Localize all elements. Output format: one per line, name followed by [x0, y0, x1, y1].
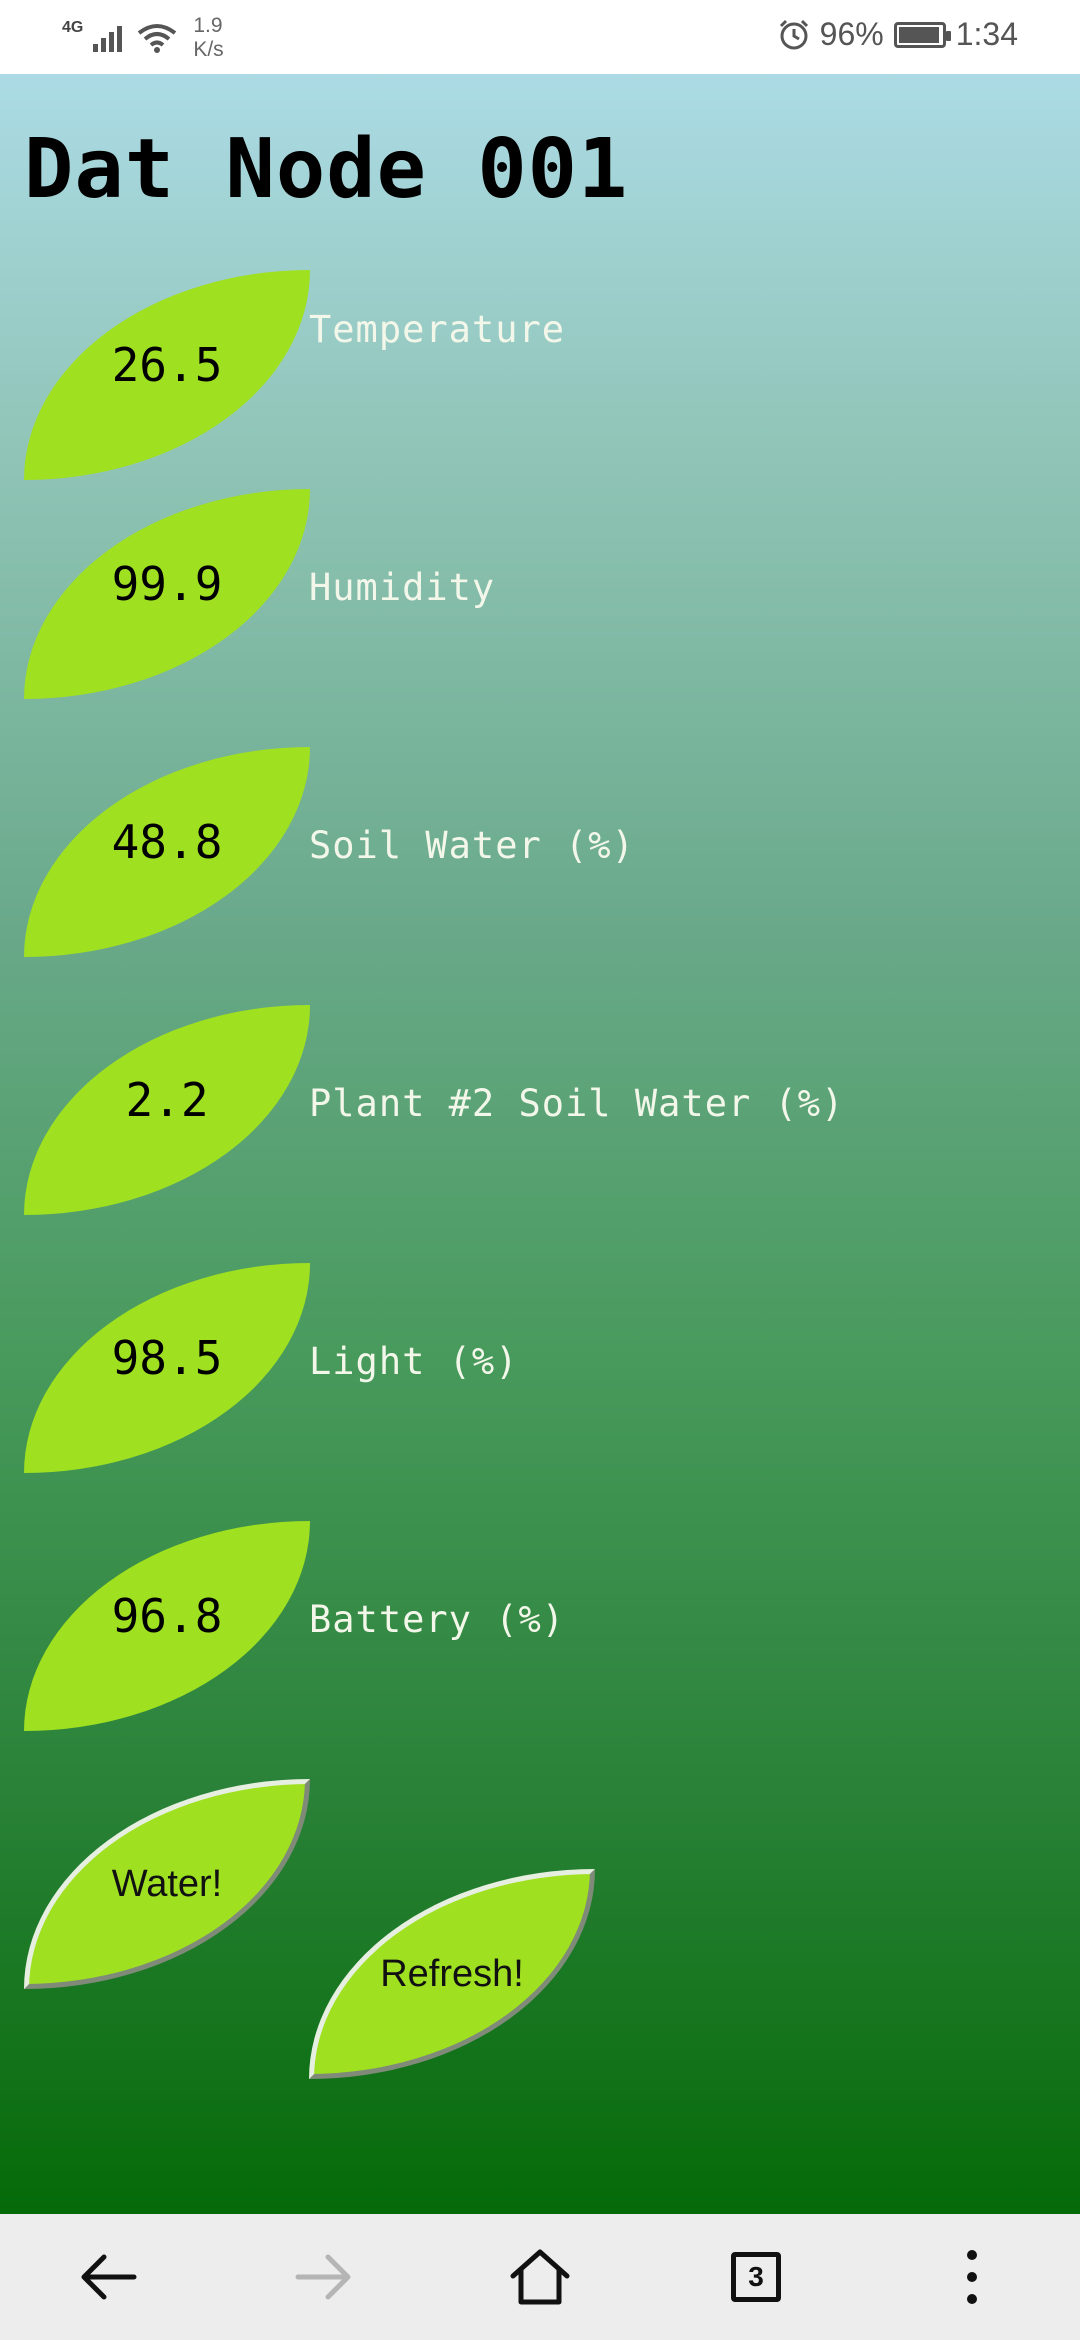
- reading-value-text: 99.9: [111, 557, 223, 611]
- reading-value-text: 96.8: [111, 1589, 223, 1643]
- status-right: 96% 1:34: [778, 16, 1018, 53]
- reading-value-humidity: 99.9: [24, 489, 310, 699]
- reading-label-soil-water: Soil Water (%): [309, 824, 635, 867]
- signal-icon: [93, 26, 123, 52]
- home-icon: [510, 2249, 570, 2305]
- alarm-icon: [779, 19, 808, 49]
- tabs-button[interactable]: 3: [711, 2232, 801, 2322]
- network-speed: 1.9 K/s: [193, 14, 224, 61]
- reading-value-text: 26.5: [111, 338, 223, 392]
- main-content: Dat Node 001 26.5 Temperature 99.9 Humid…: [0, 74, 1080, 2214]
- clock: 1:34: [955, 16, 1018, 52]
- forward-arrow-icon: [295, 2254, 351, 2300]
- reading-value-plant2-soil-water: 2.2: [24, 1005, 310, 1215]
- battery-percent: 96%: [819, 16, 884, 52]
- reading-label-battery: Battery (%): [309, 1598, 566, 1641]
- reading-label-plant2-soil-water: Plant #2 Soil Water (%): [309, 1082, 845, 1125]
- browser-navbar: 3: [0, 2214, 1080, 2340]
- reading-label-humidity: Humidity: [309, 566, 496, 609]
- reading-value-text: 98.5: [111, 1331, 223, 1385]
- battery-icon: [893, 21, 951, 48]
- reading-value-text: 48.8: [111, 815, 223, 869]
- back-button[interactable]: [63, 2232, 153, 2322]
- refresh-button[interactable]: Refresh!: [309, 1869, 595, 2079]
- home-button[interactable]: [495, 2232, 585, 2322]
- back-arrow-icon: [81, 2254, 137, 2300]
- wifi-icon: [138, 24, 177, 53]
- page-title: Dat Node 001: [24, 122, 629, 217]
- reading-value-battery: 96.8: [24, 1521, 310, 1731]
- tabs-icon: 3: [731, 2252, 781, 2302]
- forward-button[interactable]: [279, 2232, 369, 2322]
- network-type: 4G: [62, 19, 84, 36]
- status-bar: 4G 1.9 K/s 96% 1:34: [0, 0, 1080, 74]
- more-menu-button[interactable]: [927, 2232, 1017, 2322]
- water-button[interactable]: Water!: [24, 1779, 310, 1989]
- reading-label-light: Light (%): [309, 1340, 519, 1383]
- reading-value-light: 98.5: [24, 1263, 310, 1473]
- status-left: 4G 1.9 K/s: [62, 14, 224, 62]
- reading-label-temperature: Temperature: [309, 308, 566, 351]
- reading-value-soil-water: 48.8: [24, 747, 310, 957]
- reading-value-text: 2.2: [125, 1073, 209, 1127]
- more-vert-icon: [967, 2250, 977, 2304]
- reading-value-temperature: 26.5: [24, 270, 310, 480]
- tabs-count: 3: [748, 2261, 764, 2292]
